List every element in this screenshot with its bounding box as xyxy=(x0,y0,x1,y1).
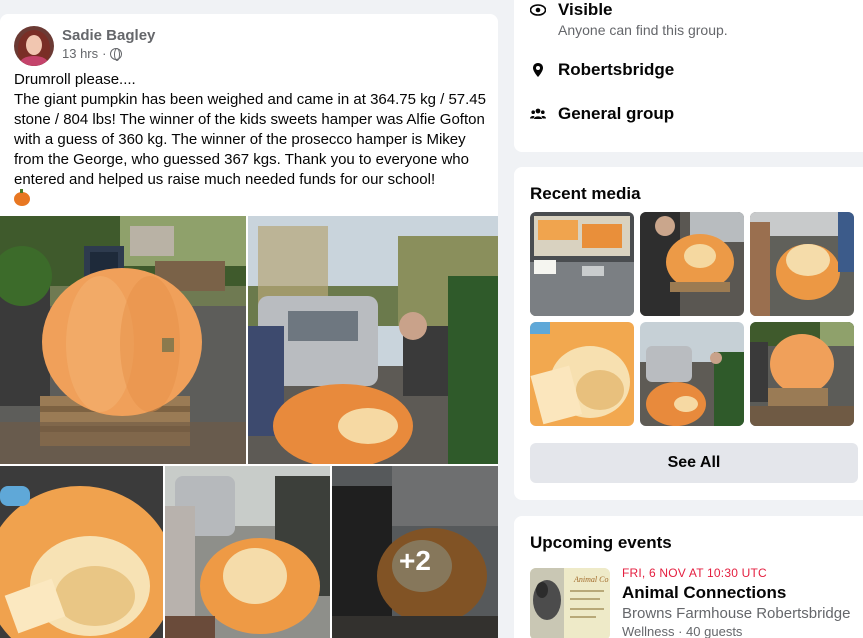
author-avatar[interactable] xyxy=(14,26,54,66)
post-photo-1[interactable] xyxy=(0,216,246,464)
event-location: Browns Farmhouse Robertsbridge xyxy=(622,605,851,622)
about-location: Robertsbridge xyxy=(530,60,674,80)
event-thumb-text: Animal Co xyxy=(573,575,608,584)
location-name[interactable]: Robertsbridge xyxy=(558,60,674,80)
group-about-card: Visible Anyone can find this group. Robe… xyxy=(514,0,863,152)
location-pin-icon xyxy=(530,62,546,78)
visible-title: Visible xyxy=(558,0,613,19)
post-photo-3[interactable] xyxy=(0,466,163,638)
media-thumb-4[interactable] xyxy=(530,322,634,426)
post-photo-grid: +2 xyxy=(0,216,498,638)
media-thumb-1[interactable] xyxy=(530,212,634,316)
people-group-icon xyxy=(530,106,546,122)
recent-media-card: Recent media See All xyxy=(514,167,863,500)
post-photo-2[interactable] xyxy=(248,216,498,464)
media-thumb-5[interactable] xyxy=(640,322,744,426)
upcoming-events-title: Upcoming events xyxy=(530,533,672,552)
event-thumbnail[interactable]: Animal Co xyxy=(530,568,610,638)
post-photo-4[interactable] xyxy=(165,466,330,638)
recent-media-title: Recent media xyxy=(530,184,641,203)
post-text: Drumroll please.... The giant pumpkin ha… xyxy=(14,70,490,210)
globe-icon xyxy=(110,47,123,61)
more-photos-overlay: +2 xyxy=(332,466,498,638)
meta-separator: · xyxy=(102,45,107,61)
upcoming-events-card: Upcoming events Animal Co FRI, 6 NOV AT … xyxy=(514,516,863,638)
media-thumb-3[interactable] xyxy=(750,212,854,316)
event-date: FRI, 6 NOV AT 10:30 UTC xyxy=(622,566,767,580)
media-thumb-2[interactable] xyxy=(640,212,744,316)
post-header: Sadie Bagley 13 hrs · xyxy=(14,26,155,66)
post-photo-5-more[interactable]: +2 xyxy=(332,466,498,638)
post-body: Drumroll please.... The giant pumpkin ha… xyxy=(14,71,486,188)
event-name[interactable]: Animal Connections xyxy=(622,583,786,603)
visible-subtitle: Anyone can find this group. xyxy=(558,22,728,38)
see-all-button[interactable]: See All xyxy=(530,443,858,483)
event-meta: Wellness · 40 guests xyxy=(622,624,743,638)
post-time[interactable]: 13 hrs xyxy=(62,45,98,63)
about-visible: Visible Anyone can find this group. xyxy=(529,0,728,40)
author-name[interactable]: Sadie Bagley xyxy=(62,27,155,45)
post-meta: 13 hrs · xyxy=(62,45,155,63)
pumpkin-emoji-icon xyxy=(14,189,30,206)
about-group-type: General group xyxy=(530,104,674,124)
group-post: Sadie Bagley 13 hrs · Drumroll please...… xyxy=(0,14,498,638)
media-thumb-6[interactable] xyxy=(750,322,854,426)
eye-icon xyxy=(529,2,547,18)
group-type: General group xyxy=(558,104,675,123)
